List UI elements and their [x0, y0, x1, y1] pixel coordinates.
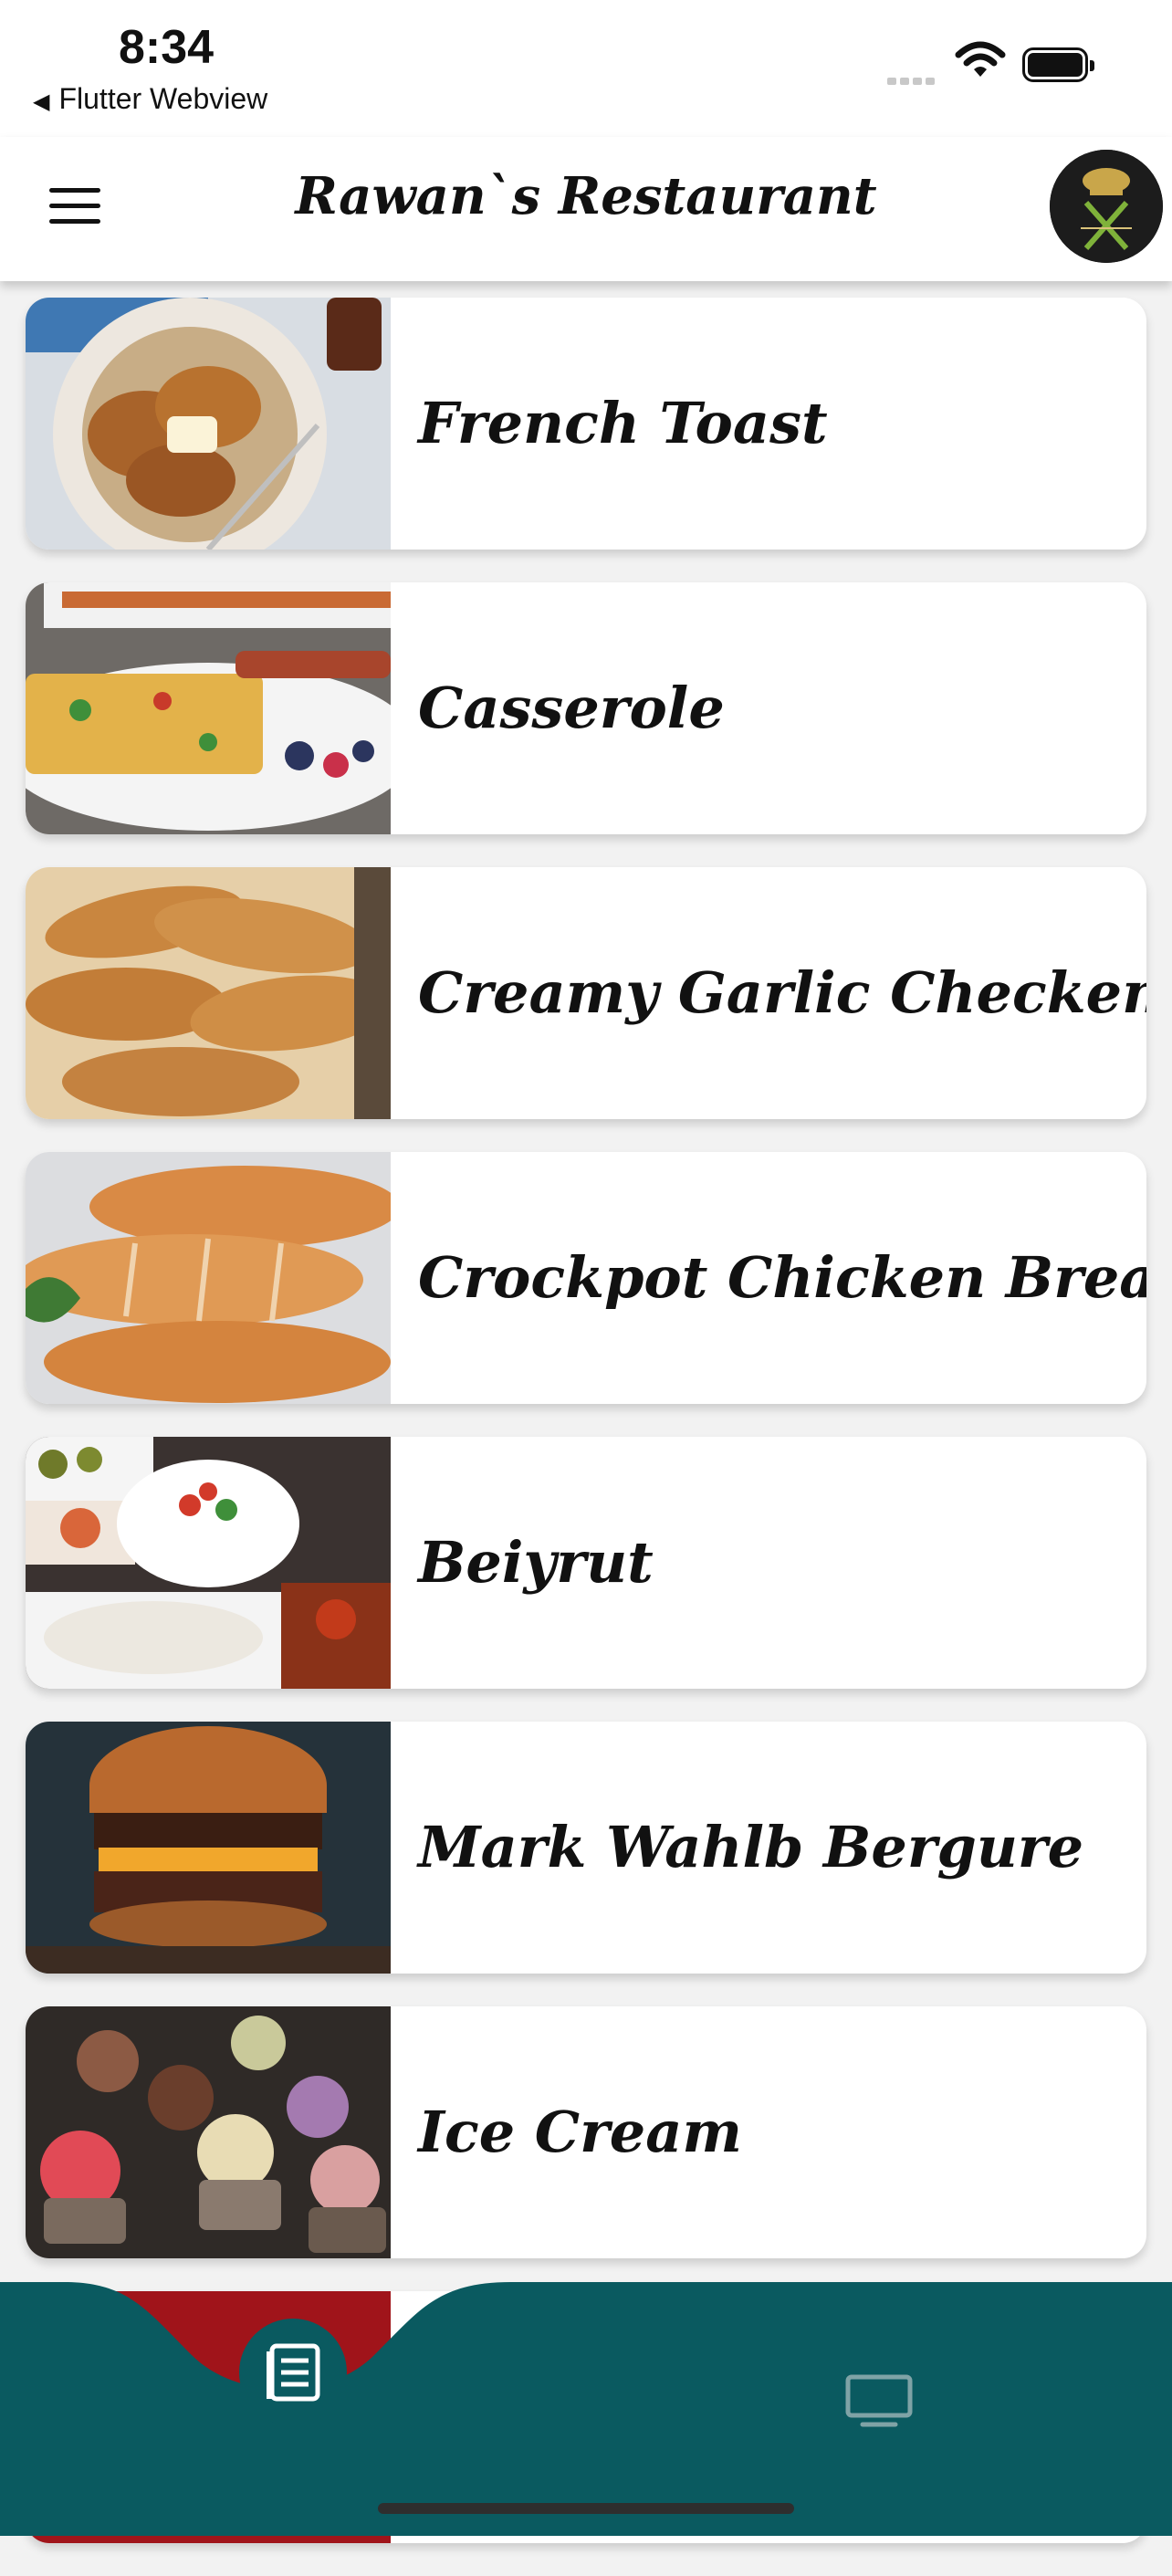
menu-item-name: Creamy Garlic Checken [418, 959, 1146, 1026]
document-icon [267, 2343, 320, 2402]
back-to-app-link[interactable]: ◀ Flutter Webview [33, 82, 267, 116]
menu-item-card[interactable]: Creamy Garlic Checken [26, 867, 1146, 1119]
cellular-signal-icon [887, 71, 938, 89]
french-toast-image [26, 298, 391, 550]
menu-tab-button[interactable] [239, 2319, 347, 2426]
wifi-icon [955, 41, 1006, 77]
back-triangle-icon: ◀ [33, 89, 50, 114]
menu-item-card[interactable]: Mark Wahlb Bergure [26, 1722, 1146, 1974]
status-bar: 8:34 ◀ Flutter Webview [0, 0, 1172, 137]
menu-item-card[interactable]: Ice Cream [26, 2006, 1146, 2258]
menu-item-name: Mark Wahlb Bergure [418, 1814, 1084, 1880]
battery-icon [1022, 47, 1094, 82]
app-bar: Rawan`s Restaurant [0, 137, 1172, 281]
garlic-chicken-image [26, 867, 391, 1119]
menu-item-name: Ice Cream [418, 2099, 743, 2165]
page-title: Rawan`s Restaurant [295, 166, 877, 226]
ice-cream-image [26, 2006, 391, 2258]
casserole-image [26, 582, 391, 834]
home-indicator[interactable] [378, 2503, 794, 2514]
menu-list: French Toast Casserole Creamy Garlic Che… [26, 298, 1146, 2576]
chicken-breasts-image [26, 1152, 391, 1404]
bottom-navigation-bar [0, 2282, 1172, 2536]
menu-item-card[interactable]: Beiyrut [26, 1437, 1146, 1689]
monitor-icon[interactable] [844, 2373, 914, 2428]
menu-item-card[interactable]: Casserole [26, 582, 1146, 834]
menu-item-name: Casserole [418, 675, 725, 741]
menu-item-card[interactable]: Crockpot Chicken Breasts [26, 1152, 1146, 1404]
menu-item-name: French Toast [418, 390, 828, 456]
status-time: 8:34 [119, 21, 215, 74]
menu-item-name: Beiyrut [418, 1529, 654, 1596]
restaurant-logo[interactable] [1050, 150, 1163, 263]
menu-item-card[interactable]: French Toast [26, 298, 1146, 550]
burger-image [26, 1722, 391, 1974]
beiyrut-image [26, 1437, 391, 1689]
menu-item-name: Crockpot Chicken Breasts [418, 1244, 1146, 1311]
back-app-label: Flutter Webview [58, 82, 268, 115]
